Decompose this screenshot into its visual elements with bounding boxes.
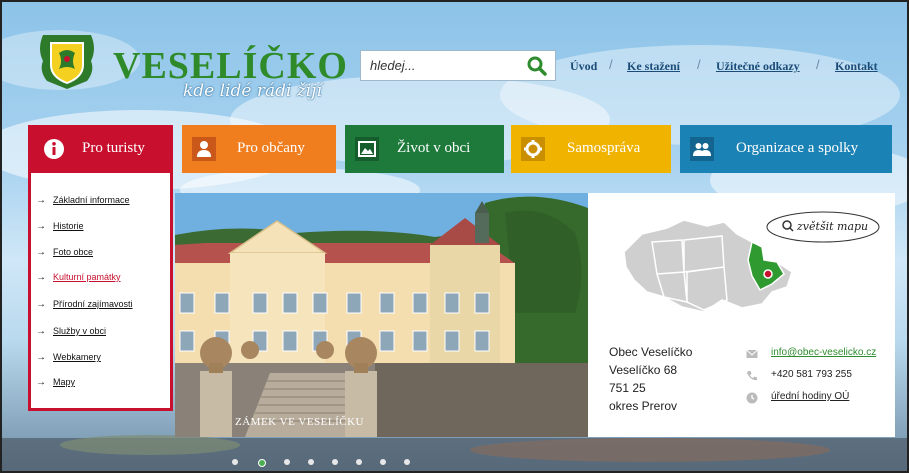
- brand-tagline: kde lidé rádi žijí: [183, 81, 322, 101]
- menu-pro-obcany[interactable]: Pro občany: [182, 125, 336, 173]
- topnav-uzitecne-odkazy[interactable]: Užitečné odkazy: [716, 59, 800, 74]
- email-link[interactable]: info@obec-veselicko.cz: [771, 347, 876, 358]
- menu-label: Samospráva: [567, 140, 641, 156]
- image-icon: [355, 137, 379, 161]
- person-icon: [192, 137, 216, 161]
- menu-pro-turisty[interactable]: Pro turisty: [28, 125, 173, 173]
- slider-dot[interactable]: [380, 459, 386, 465]
- arrow-right-icon: →: [36, 195, 46, 206]
- dropdown-item-historie[interactable]: Historie: [53, 221, 84, 231]
- dropdown-item-webkamery[interactable]: Webkamery: [53, 352, 101, 362]
- search-input[interactable]: hledej...: [370, 58, 416, 73]
- menu-label: Život v obci: [397, 140, 471, 156]
- slider-dot[interactable]: [356, 459, 362, 465]
- info-icon: [44, 139, 64, 159]
- menu-samosprava[interactable]: Samospráva: [511, 125, 671, 173]
- slider-dot[interactable]: [232, 459, 238, 465]
- envelope-icon: [746, 349, 758, 358]
- phone-icon: [747, 371, 757, 381]
- address-line: okres Prerov: [609, 399, 678, 413]
- slider-dot-active[interactable]: [258, 459, 266, 467]
- slider-dot[interactable]: [284, 459, 290, 465]
- arrow-right-icon: →: [36, 272, 46, 283]
- topnav-uvod[interactable]: Úvod: [570, 59, 597, 74]
- people-icon: [690, 137, 714, 161]
- arrow-right-icon: →: [36, 221, 46, 232]
- address-line: Obec Veselíčko: [609, 345, 693, 359]
- menu-label: Pro občany: [237, 140, 305, 156]
- arrow-right-icon: →: [36, 326, 46, 337]
- address-line: Veselíčko 68: [609, 363, 678, 377]
- menu-zivot-v-obci[interactable]: Život v obci: [345, 125, 504, 173]
- hero-photo[interactable]: [175, 193, 588, 437]
- phone-number: +420 581 793 255: [771, 369, 852, 380]
- dropdown-pro-turisty: [28, 173, 173, 411]
- topnav-ke-stazeni[interactable]: Ke stažení: [627, 59, 680, 74]
- arrow-right-icon: →: [36, 377, 46, 388]
- dropdown-item-prirodni-zajimavosti[interactable]: Přírodní zajímavosti: [53, 299, 133, 309]
- zoom-map-label: zvětšit mapu: [797, 220, 869, 233]
- clock-icon: [746, 392, 758, 404]
- page: VESELÍČKO kde lidé rádi žijí hledej... Ú…: [0, 0, 909, 473]
- address-line: 751 25: [609, 381, 646, 395]
- dropdown-item-kulturni-pamatky[interactable]: Kulturní památky: [53, 272, 121, 282]
- topnav-kontakt[interactable]: Kontakt: [835, 59, 878, 74]
- arrow-right-icon: →: [36, 247, 46, 258]
- gear-icon: [521, 137, 545, 161]
- dropdown-item-foto-obce[interactable]: Foto obce: [53, 247, 93, 257]
- topnav-separator: /: [697, 57, 701, 72]
- menu-organizace-a-spolky[interactable]: Organizace a spolky: [680, 125, 892, 173]
- slider-dot[interactable]: [404, 459, 410, 465]
- topnav-separator: /: [816, 57, 820, 72]
- search-icon[interactable]: [527, 56, 547, 76]
- slider-dot[interactable]: [332, 459, 338, 465]
- menu-label: Organizace a spolky: [736, 140, 859, 156]
- topnav-separator: /: [609, 57, 613, 72]
- dropdown-item-sluzby-v-obci[interactable]: Služby v obci: [53, 326, 106, 336]
- slide-caption: ZÁMEK VE VESELÍČKU: [235, 416, 364, 428]
- search-box[interactable]: hledej...: [360, 50, 556, 81]
- slider-dot[interactable]: [308, 459, 314, 465]
- dropdown-item-zakladni-informace[interactable]: Základní informace: [53, 195, 130, 205]
- crest-logo[interactable]: [37, 31, 97, 91]
- office-hours-link[interactable]: úřední hodiny OÚ: [771, 391, 849, 402]
- dropdown-item-mapy[interactable]: Mapy: [53, 377, 75, 387]
- arrow-right-icon: →: [36, 299, 46, 310]
- arrow-right-icon: →: [36, 352, 46, 363]
- menu-label: Pro turisty: [82, 140, 145, 156]
